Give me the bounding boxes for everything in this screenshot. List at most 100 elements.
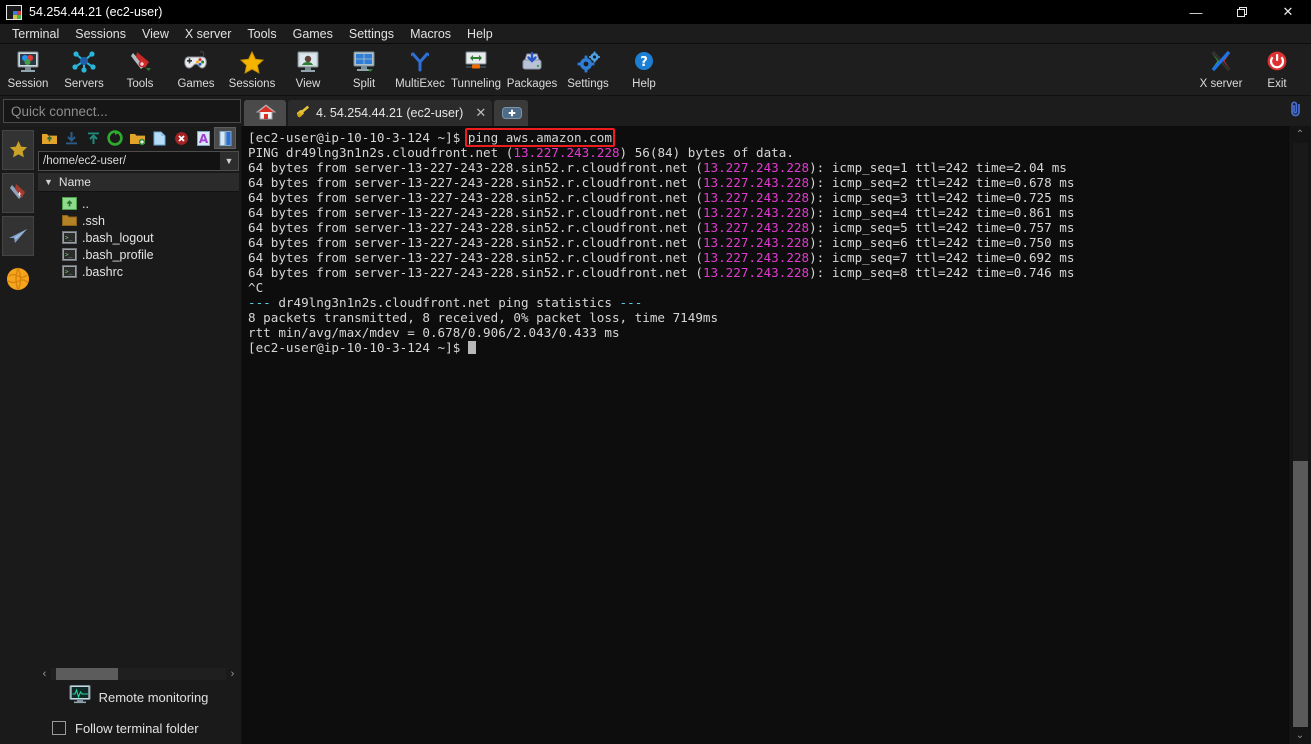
terminal-line: 64 bytes from server-13-227-243-228.sin5… bbox=[248, 175, 1288, 190]
menu-games[interactable]: Games bbox=[285, 24, 341, 44]
terminal-panel[interactable]: [ec2-user@ip-10-10-3-124 ~]$ ping aws.am… bbox=[242, 126, 1311, 744]
window-controls: — ✕ bbox=[1173, 0, 1311, 24]
toolbar-xserver-button[interactable]: X server bbox=[1193, 46, 1249, 90]
scroll-down-arrow-icon[interactable]: ⌄ bbox=[1289, 727, 1311, 744]
session-icon bbox=[13, 49, 43, 75]
terminal-text: 64 bytes from server-13-227-243-228.sin5… bbox=[248, 160, 703, 175]
left-icon-rail bbox=[0, 126, 36, 744]
vscroll-track[interactable] bbox=[1292, 143, 1308, 727]
scroll-right-arrow-icon[interactable]: › bbox=[226, 668, 239, 680]
toolbar-tools-button[interactable]: Tools bbox=[112, 46, 168, 90]
send-plane-icon[interactable] bbox=[2, 216, 34, 256]
terminal-text: 13.227.243.228 bbox=[702, 160, 810, 175]
list-item[interactable]: >_ .bash_logout bbox=[36, 229, 241, 246]
window-titlebar: 54.254.44.21 (ec2-user) — ✕ bbox=[0, 0, 1311, 24]
list-item[interactable]: .. bbox=[36, 195, 241, 212]
new-tab-button[interactable] bbox=[494, 100, 529, 126]
toolbar-packages-button[interactable]: Packages bbox=[504, 46, 560, 90]
split-icon bbox=[349, 49, 379, 75]
terminal-cursor bbox=[467, 341, 476, 354]
vscroll-thumb[interactable] bbox=[1292, 461, 1308, 727]
text-mode-icon[interactable]: A bbox=[192, 127, 214, 149]
paperclip-icon[interactable] bbox=[1287, 100, 1304, 123]
menu-xserver[interactable]: X server bbox=[177, 24, 240, 44]
delete-icon[interactable] bbox=[170, 127, 192, 149]
new-file-icon[interactable] bbox=[148, 127, 170, 149]
toolbar-view-button[interactable]: View bbox=[280, 46, 336, 90]
terminal-text: ): icmp_seq=3 ttl=242 time=0.725 ms bbox=[809, 190, 1075, 205]
session-tab-close-icon[interactable]: ✕ bbox=[475, 105, 486, 121]
menu-terminal[interactable]: Terminal bbox=[4, 24, 67, 44]
download-icon[interactable] bbox=[60, 127, 82, 149]
tools-knife-icon[interactable] bbox=[2, 173, 34, 213]
menu-macros[interactable]: Macros bbox=[402, 24, 459, 44]
view-mode-icon[interactable] bbox=[214, 127, 236, 149]
terminal-output[interactable]: [ec2-user@ip-10-10-3-124 ~]$ ping aws.am… bbox=[242, 126, 1288, 744]
follow-terminal-folder-label: Follow terminal folder bbox=[75, 720, 199, 736]
list-item[interactable]: >_ .bashrc bbox=[36, 263, 241, 280]
scroll-up-arrow-icon[interactable]: ⌃ bbox=[1289, 126, 1311, 143]
hscroll-track[interactable] bbox=[51, 668, 226, 680]
terminal-line: 64 bytes from server-13-227-243-228.sin5… bbox=[248, 265, 1288, 280]
menu-settings[interactable]: Settings bbox=[341, 24, 402, 44]
terminal-text: 64 bytes from server-13-227-243-228.sin5… bbox=[248, 250, 703, 265]
refresh-icon[interactable] bbox=[104, 127, 126, 149]
globe-icon[interactable] bbox=[2, 259, 34, 299]
window-title: 54.254.44.21 (ec2-user) bbox=[29, 5, 163, 19]
toolbar-tunneling-label: Tunneling bbox=[450, 78, 502, 90]
remote-monitoring-button[interactable]: Remote monitoring bbox=[36, 682, 241, 712]
toolbar-session-button[interactable]: Session bbox=[0, 46, 56, 90]
terminal-text: --- bbox=[248, 295, 279, 310]
list-item[interactable]: >_ .bash_profile bbox=[36, 246, 241, 263]
toolbar-multiexec-button[interactable]: MultiExec bbox=[392, 46, 448, 90]
maximize-button[interactable] bbox=[1219, 0, 1265, 24]
toolbar-session-label: Session bbox=[7, 78, 49, 90]
session-tab[interactable]: 4. 54.254.44.21 (ec2-user) ✕ bbox=[288, 100, 493, 126]
quick-connect-input[interactable]: Quick connect... bbox=[3, 99, 241, 123]
minimize-button[interactable]: — bbox=[1173, 0, 1219, 24]
menu-sessions[interactable]: Sessions bbox=[67, 24, 134, 44]
hscroll-thumb[interactable] bbox=[56, 668, 118, 680]
file-list-hscrollbar[interactable]: ‹ › bbox=[38, 666, 239, 682]
toolbar-split-button[interactable]: Split bbox=[336, 46, 392, 90]
menu-view[interactable]: View bbox=[134, 24, 177, 44]
toolbar-right-group: X server Exit bbox=[1193, 46, 1311, 90]
toolbar-help-label: Help bbox=[632, 78, 656, 90]
upload-icon[interactable] bbox=[82, 127, 104, 149]
new-folder-icon[interactable] bbox=[126, 127, 148, 149]
menu-help[interactable]: Help bbox=[459, 24, 501, 44]
parent-folder-icon[interactable] bbox=[38, 127, 60, 149]
ssh-key-icon bbox=[296, 105, 311, 122]
follow-terminal-folder-row[interactable]: Follow terminal folder bbox=[36, 712, 241, 744]
toolbar-servers-button[interactable]: Servers bbox=[56, 46, 112, 90]
terminal-text: 8 packets transmitted, 8 received, 0% pa… bbox=[248, 310, 719, 325]
chevron-down-icon[interactable]: ▼ bbox=[220, 152, 238, 170]
bookmarks-star-icon[interactable] bbox=[2, 130, 34, 170]
home-tab[interactable] bbox=[244, 100, 286, 126]
toolbar-exit-button[interactable]: Exit bbox=[1249, 46, 1305, 90]
toolbar-sessions-button[interactable]: Sessions bbox=[224, 46, 280, 90]
toolbar-tunneling-button[interactable]: Tunneling bbox=[448, 46, 504, 90]
file-name: .. bbox=[82, 196, 89, 211]
toolbar-games-button[interactable]: Games bbox=[168, 46, 224, 90]
terminal-text: ): icmp_seq=5 ttl=242 time=0.757 ms bbox=[809, 220, 1075, 235]
close-button[interactable]: ✕ bbox=[1265, 0, 1311, 24]
toolbar-exit-label: Exit bbox=[1267, 78, 1287, 90]
file-name: .bashrc bbox=[82, 264, 123, 279]
file-browser-toolbar: A bbox=[36, 126, 241, 150]
terminal-scrollbar[interactable]: ⌃ ⌄ bbox=[1288, 126, 1311, 744]
follow-terminal-folder-checkbox[interactable] bbox=[52, 721, 66, 735]
terminal-text: 64 bytes from server-13-227-243-228.sin5… bbox=[248, 235, 703, 250]
remote-path-combobox[interactable]: /home/ec2-user/ ▼ bbox=[38, 151, 239, 171]
menu-tools[interactable]: Tools bbox=[239, 24, 284, 44]
terminal-line: PING dr49lng3n1n2s.cloudfront.net (13.22… bbox=[248, 145, 1288, 160]
toolbar-help-button[interactable]: ? Help bbox=[616, 46, 672, 90]
file-list[interactable]: .. .ssh >_ .bash_logout >_ .bash_profile… bbox=[36, 192, 241, 666]
toolbar-settings-button[interactable]: Settings bbox=[560, 46, 616, 90]
scroll-left-arrow-icon[interactable]: ‹ bbox=[38, 668, 51, 680]
file-list-header[interactable]: ▼ Name bbox=[38, 173, 239, 192]
terminal-text: 64 bytes from server-13-227-243-228.sin5… bbox=[248, 220, 703, 235]
list-item[interactable]: .ssh bbox=[36, 212, 241, 229]
terminal-line: 8 packets transmitted, 8 received, 0% pa… bbox=[248, 310, 1288, 325]
tools-icon bbox=[125, 49, 155, 75]
